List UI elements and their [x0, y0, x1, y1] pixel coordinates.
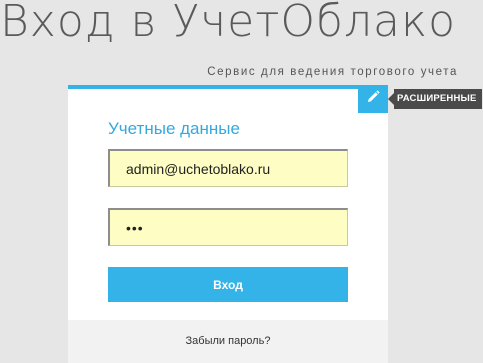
advanced-settings: РАСШИРЕННЫЕ — [358, 85, 482, 113]
password-field[interactable]: ••• — [108, 208, 348, 246]
advanced-settings-tooltip: РАСШИРЕННЫЕ — [388, 89, 482, 109]
forgot-password-link[interactable]: Забыли пароль? — [68, 335, 388, 347]
login-page: Вход в УчетОблако Сервис для ведения тор… — [0, 0, 483, 363]
credentials-heading: Учетные данные — [108, 119, 240, 138]
advanced-settings-button[interactable] — [358, 85, 388, 113]
pencil-icon — [366, 90, 380, 109]
login-button[interactable]: Вход — [108, 267, 348, 302]
page-title: Вход в УчетОблако — [0, 0, 457, 47]
email-field[interactable]: admin@uchetoblako.ru — [108, 149, 348, 187]
page-subtitle: Сервис для ведения торгового учета — [207, 66, 458, 78]
